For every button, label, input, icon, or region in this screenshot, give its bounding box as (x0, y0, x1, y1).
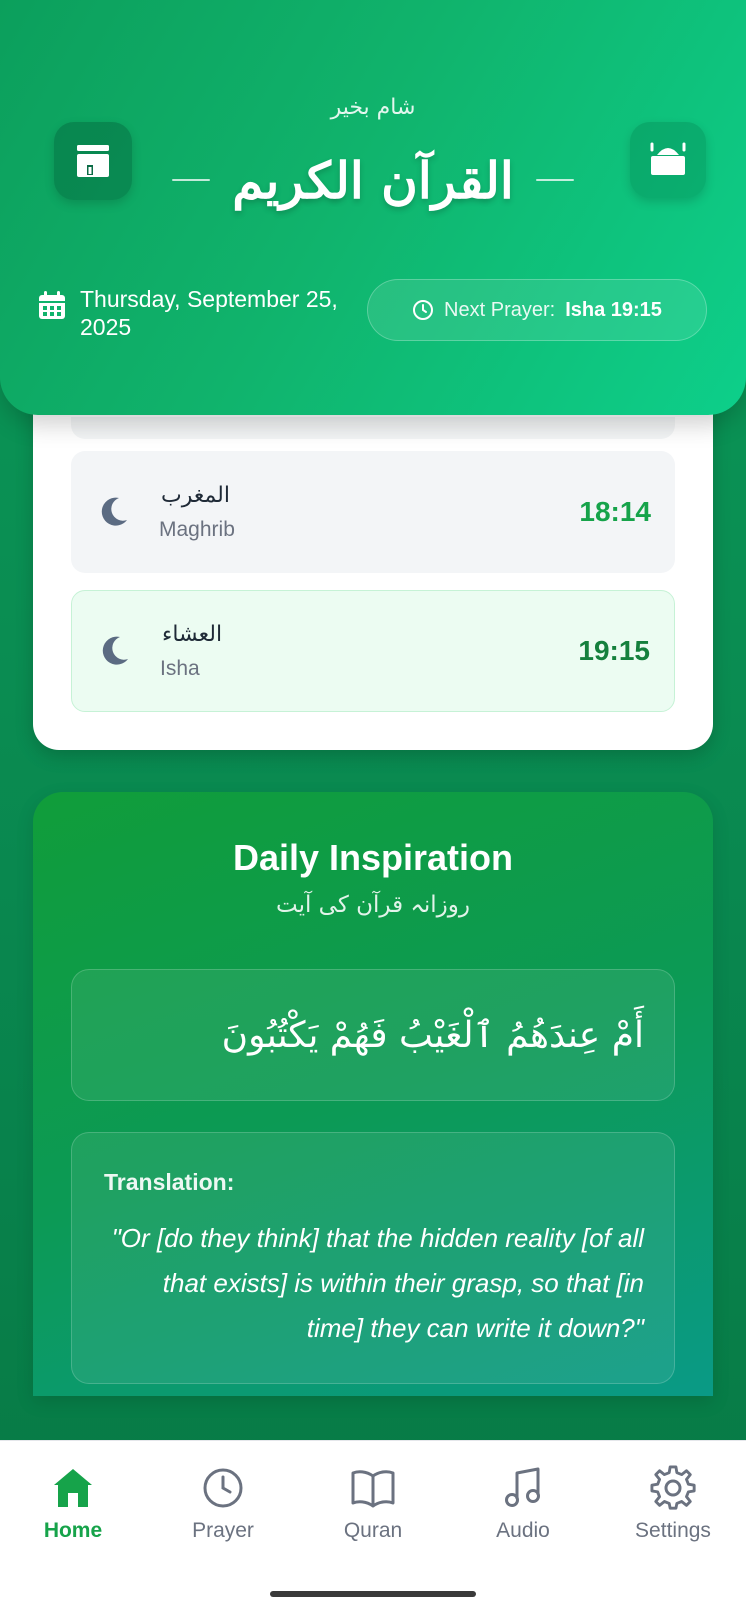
app-header: شام بخیر القرآن الكريم Thursday, Septemb… (0, 0, 746, 415)
prayer-name-english: Isha (160, 656, 200, 680)
next-prayer-value: Isha 19:15 (565, 298, 662, 321)
greeting-text: شام بخیر (330, 95, 416, 120)
bottom-navigation: Home Prayer Quran Audio Settings (0, 1440, 746, 1600)
prayer-names: العشاء Isha (160, 622, 578, 681)
nav-label: Audio (496, 1519, 550, 1542)
nav-label: Settings (635, 1519, 711, 1542)
moon-icon (102, 636, 128, 665)
gear-icon (650, 1465, 696, 1510)
prayer-row-isha[interactable]: العشاء Isha 19:15 (71, 590, 675, 712)
title-dash-left (172, 179, 211, 181)
prayer-time: 18:14 (579, 496, 651, 527)
prayer-name-arabic: العشاء (162, 621, 223, 647)
translation-box: Translation: "Or [do they think] that th… (71, 1132, 675, 1384)
date-text: Thursday, September 25, 2025 (80, 285, 338, 341)
prayer-time: 19:15 (578, 635, 650, 666)
next-prayer-pill[interactable]: Next Prayer: Isha 19:15 (367, 279, 707, 341)
prayer-name-arabic: المغرب (161, 482, 230, 508)
translation-label: Translation: (104, 1169, 235, 1195)
prayer-row-maghrib[interactable]: المغرب Maghrib 18:14 (71, 451, 675, 573)
nav-prayer[interactable]: Prayer (158, 1465, 288, 1555)
daily-inspiration-card: Daily Inspiration روزانہ قرآن کی آیت أَم… (33, 792, 713, 1396)
next-prayer-label: Next Prayer: (444, 298, 556, 321)
prayer-times-card: المغرب Maghrib 18:14 العشاء Isha 19:15 (33, 370, 713, 750)
verse-arabic: أَمْ عِندَهُمُ ٱلْغَيْبُ فَهُمْ يَكْتُبُ… (221, 1014, 644, 1056)
date-display: Thursday, September 25, 2025 (38, 285, 358, 341)
nav-home[interactable]: Home (8, 1465, 138, 1555)
home-indicator[interactable] (270, 1591, 476, 1597)
mosque-icon (650, 142, 686, 175)
clock-icon (413, 300, 434, 320)
inspiration-title: Daily Inspiration (232, 837, 514, 878)
nav-settings[interactable]: Settings (608, 1465, 738, 1555)
inspiration-subtitle: روزانہ قرآن کی آیت (276, 892, 470, 918)
music-icon (505, 1467, 540, 1507)
prayer-name-english: Maghrib (159, 517, 235, 541)
translation-text: "Or [do they think] that the hidden real… (111, 1223, 644, 1343)
calendar-icon (39, 291, 65, 319)
moon-icon (101, 497, 127, 526)
title-dash-right (535, 179, 574, 181)
mosque-button[interactable] (630, 122, 706, 198)
verse-box: أَمْ عِندَهُمُ ٱلْغَيْبُ فَهُمْ يَكْتُبُ… (71, 969, 675, 1101)
clock-icon (203, 1468, 243, 1508)
nav-label: Quran (343, 1519, 403, 1542)
nav-quran[interactable]: Quran (308, 1465, 438, 1555)
book-icon (351, 1470, 395, 1508)
date-line-1: Thursday, September 25, (80, 286, 338, 312)
nav-label: Prayer (192, 1519, 254, 1542)
nav-label: Home (43, 1519, 103, 1542)
date-line-2: 2025 (80, 314, 132, 340)
nav-audio[interactable]: Audio (458, 1465, 588, 1555)
prayer-names: المغرب Maghrib (159, 483, 579, 542)
home-icon (54, 1469, 92, 1507)
prayer-row-partial (71, 417, 675, 439)
app-title: القرآن الكريم (232, 150, 514, 210)
